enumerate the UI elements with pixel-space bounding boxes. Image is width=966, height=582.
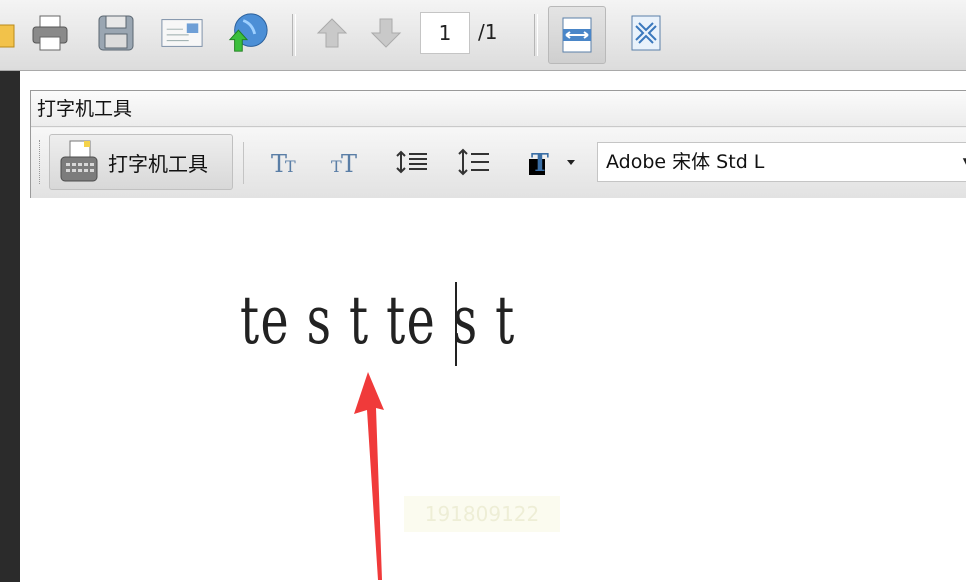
increase-line-spacing-icon[interactable]	[455, 142, 495, 182]
typewriter-tool-button[interactable]: 打字机工具	[49, 134, 233, 190]
svg-text:T: T	[285, 157, 296, 176]
typewriter-toolbar-title: 打字机工具	[31, 91, 966, 127]
increase-text-size-icon[interactable]: TT	[327, 142, 367, 182]
page-total: /1	[478, 20, 498, 44]
toolbar-separator	[292, 14, 296, 56]
fit-page-icon[interactable]	[624, 10, 668, 56]
save-icon[interactable]	[94, 10, 138, 56]
text-cursor	[455, 282, 457, 366]
toolbar-separator	[243, 142, 244, 184]
toolbar-grip[interactable]	[39, 140, 43, 184]
watermark: 191809122	[404, 496, 560, 532]
font-family-select[interactable]: Adobe 宋体 Std L ▼	[597, 142, 966, 182]
toolbar-separator	[534, 14, 538, 56]
svg-text:T: T	[341, 150, 357, 176]
typewriter-toolbar-bar: 打字机工具 TT TT T Adobe 宋体 Std L	[31, 128, 966, 198]
typewriter-tool-label: 打字机工具	[108, 151, 208, 176]
text-color-icon[interactable]: T	[521, 142, 581, 182]
upload-web-icon[interactable]	[226, 10, 270, 56]
svg-text:T: T	[531, 148, 549, 177]
fit-width-icon	[557, 15, 597, 59]
typed-text[interactable]: te s t te s t	[240, 288, 516, 354]
navigation-pane-edge	[0, 71, 20, 582]
next-page-icon[interactable]	[364, 10, 408, 56]
decrease-text-size-icon[interactable]: TT	[267, 142, 307, 182]
font-family-value: Adobe 宋体 Std L	[606, 151, 765, 173]
main-toolbar: 1 /1	[0, 0, 966, 71]
decrease-line-spacing-icon[interactable]	[393, 142, 433, 182]
red-arrow-annotation	[354, 372, 384, 580]
typewriter-toolbar: 打字机工具 打字机工具 TT TT T Adobe 宋体 Std L	[30, 90, 966, 198]
typewriter-icon	[58, 139, 100, 185]
open-icon[interactable]	[0, 10, 18, 56]
page-number-input[interactable]: 1	[420, 12, 470, 54]
email-icon[interactable]	[160, 10, 204, 56]
fit-width-button[interactable]	[548, 6, 606, 64]
prev-page-icon[interactable]	[310, 10, 354, 56]
print-icon[interactable]	[28, 10, 72, 56]
